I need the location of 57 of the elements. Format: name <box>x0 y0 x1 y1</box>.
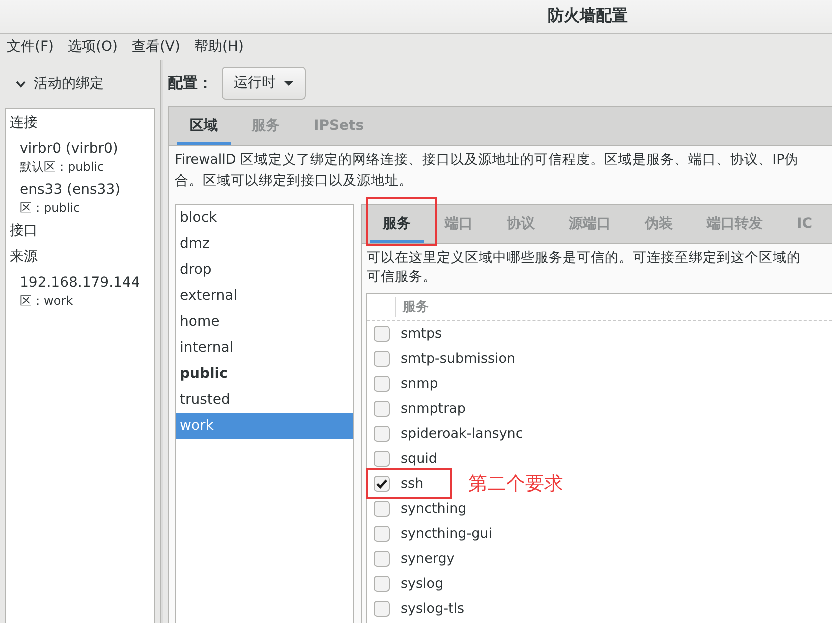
column-header: 服务 <box>402 299 429 316</box>
menu-item[interactable]: 文件(F) <box>0 34 61 60</box>
description-text: FirewallD 区域定义了绑定的网络连接、接口以及源地址的可信程度。区域是服务、端口、协议、IP伪 合。区域可以绑定到接口以及源地址。 <box>175 151 800 191</box>
checkbox[interactable] <box>374 500 390 516</box>
binding-name: 192.168.179.144 <box>20 274 142 292</box>
zone-list-item[interactable]: internal <box>176 335 353 361</box>
service-name: ssh <box>401 476 424 492</box>
checkbox[interactable] <box>374 350 390 366</box>
service-name: snmp <box>401 376 438 392</box>
binding-zone: 区：work <box>20 293 74 310</box>
group-label: 来源 <box>10 248 39 267</box>
service-name: smtp-submission <box>401 350 516 366</box>
zone-list-item[interactable]: trusted <box>176 387 353 413</box>
checkbox[interactable] <box>374 526 390 542</box>
checkbox[interactable] <box>374 426 390 442</box>
tab[interactable]: 区域 <box>177 107 231 145</box>
checkbox[interactable] <box>374 476 390 492</box>
chevron-down-icon <box>16 80 26 88</box>
zone-list-item[interactable]: dmz <box>176 231 353 257</box>
service-name: syslog <box>401 576 444 592</box>
checkbox[interactable] <box>374 376 390 392</box>
window-title: 防火墙配置 <box>548 6 628 27</box>
zone-list-item[interactable]: block <box>176 205 353 231</box>
service-name: syslog-tls <box>401 600 465 616</box>
checkbox[interactable] <box>374 550 390 566</box>
service-name: smtps <box>401 326 442 342</box>
binding-name: virbr0 (virbr0) <box>20 140 120 158</box>
service-name: syncthing-gui <box>401 526 492 542</box>
checkbox[interactable] <box>374 326 390 342</box>
config-label: 配置： <box>168 74 213 92</box>
checkbox[interactable] <box>374 450 390 466</box>
menu-item[interactable]: 帮助(H) <box>187 34 251 60</box>
service-name: synergy <box>401 550 455 566</box>
menu-item[interactable]: 查看(V) <box>124 34 188 60</box>
bindings-expander[interactable]: 活动的绑定 <box>0 60 110 108</box>
annotation-note: 第二个要求 <box>468 472 564 496</box>
binding-zone: 区：public <box>20 200 82 217</box>
service-name: squid <box>401 450 438 466</box>
zone-list-item[interactable]: home <box>176 309 353 335</box>
config-dropdown[interactable]: 运行时 <box>222 66 306 100</box>
group-label: 连接 <box>10 114 39 133</box>
service-name: snmptrap <box>401 400 466 416</box>
checkbox[interactable] <box>374 400 390 416</box>
group-label: 接口 <box>10 222 39 241</box>
service-name: syncthing <box>401 500 467 516</box>
checkbox[interactable] <box>374 600 390 616</box>
tab[interactable]: 服务 <box>370 205 424 243</box>
binding-name: ens33 (ens33) <box>20 181 122 199</box>
service-name: spideroak-lansync <box>401 426 524 442</box>
zone-list-item[interactable]: public <box>176 361 353 387</box>
description-text: 可以在这里定义区域中哪些服务是可信的。可连接至绑定到这个区域的 可信服务。 <box>367 249 802 287</box>
binding-zone: 默认区：public <box>20 159 106 176</box>
checkbox[interactable] <box>374 576 390 592</box>
zone-list-item[interactable]: drop <box>176 257 353 283</box>
menu-item[interactable]: 选项(O) <box>60 34 125 60</box>
zone-list-item[interactable]: external <box>176 283 353 309</box>
caret-icon <box>284 80 294 86</box>
